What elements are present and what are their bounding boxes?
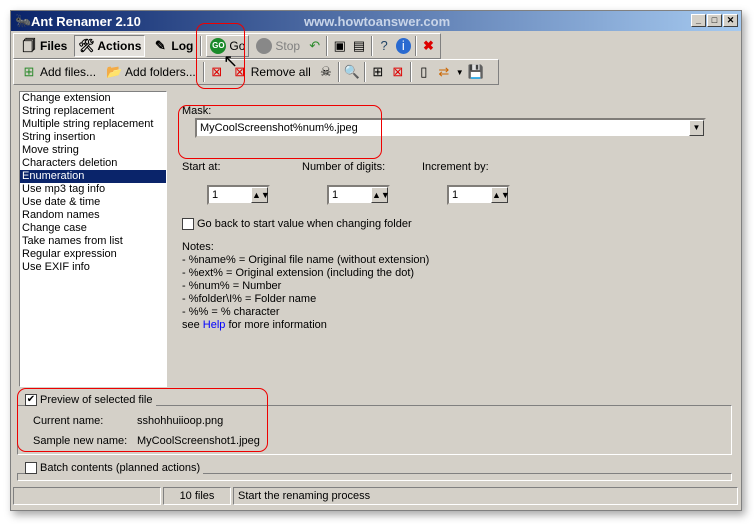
list-item[interactable]: Use date & time — [20, 196, 166, 209]
go-back-checkbox[interactable]: Go back to start value when changing fol… — [182, 218, 412, 231]
list-item[interactable]: Change case — [20, 222, 166, 235]
digits-stepper[interactable]: 1 ▲▼ — [327, 185, 390, 205]
window-icon[interactable]: ▣ — [332, 38, 347, 54]
status-panel — [13, 487, 161, 505]
start-label: Start at: — [182, 161, 221, 173]
undo-icon[interactable]: ↶ — [307, 38, 322, 54]
checkbox[interactable] — [182, 218, 194, 231]
exit-icon[interactable]: ✖ — [421, 38, 436, 54]
settings-icon[interactable]: ▤ — [351, 38, 366, 54]
open-icon[interactable]: ⇄ — [436, 64, 452, 80]
new-icon[interactable]: ▯ — [416, 64, 432, 80]
list-item[interactable]: Enumeration — [20, 170, 166, 183]
add-files-button[interactable]: ⊞ Add files... — [18, 62, 99, 82]
folder-icon: 📂 — [106, 64, 123, 79]
save-icon[interactable]: 💾 — [468, 64, 484, 80]
note: - %name% = Original file name (without e… — [182, 254, 430, 266]
add-folders-button[interactable]: 📂 Add folders... — [103, 62, 199, 82]
help-icon[interactable]: ? — [377, 38, 392, 54]
separator — [414, 36, 417, 56]
title-bar: 🐜 Ant Renamer 2.10 www.howtoanswer.com _… — [11, 11, 741, 31]
tab-files[interactable]: 🗍 Files — [18, 36, 70, 56]
files-icon: 🗍 — [22, 38, 36, 53]
spin-icon[interactable]: ▲▼ — [491, 187, 510, 203]
list-item[interactable]: Regular expression — [20, 248, 166, 261]
actions-list[interactable]: Change extension String replacement Multip… — [19, 91, 167, 387]
list-item[interactable]: Take names from list — [20, 235, 166, 248]
separator — [363, 62, 366, 82]
info-icon[interactable]: i — [395, 38, 411, 54]
window-title: Ant Renamer 2.10 — [31, 13, 141, 29]
checkbox[interactable] — [25, 462, 37, 475]
digits-label: Number of digits: — [302, 161, 386, 173]
watermark: www.howtoanswer.com — [304, 14, 451, 29]
start-stepper[interactable]: 1 ▲▼ — [207, 185, 270, 205]
search-icon[interactable]: 🔍 — [344, 64, 360, 80]
notes: Notes: - %name% = Original file name (wi… — [182, 241, 429, 332]
batch-checkbox[interactable]: Batch contents (planned actions) — [25, 462, 204, 475]
status-file-count: 10 files — [163, 487, 231, 505]
minimize-button[interactable]: _ — [691, 14, 706, 27]
increment-stepper[interactable]: 1 ▲▼ — [447, 185, 510, 205]
notes-title: Notes: — [182, 241, 214, 253]
list-item[interactable]: Use mp3 tag info — [20, 183, 166, 196]
note: - %folder\I% = Folder name — [182, 293, 317, 305]
separator — [370, 36, 373, 56]
list-item[interactable]: Random names — [20, 209, 166, 222]
stop-button[interactable]: Stop — [253, 36, 303, 56]
remove-dead-icon[interactable]: ☠ — [318, 64, 334, 80]
note: - %% = % character — [182, 306, 280, 318]
app-icon: 🐜 — [15, 13, 32, 28]
batch-group — [17, 473, 732, 481]
highlight-preview — [17, 388, 268, 452]
note: - %num% = Number — [182, 280, 282, 292]
increment-label: Increment by: — [422, 161, 489, 173]
add-files-icon: ⊞ — [23, 64, 35, 79]
chevron-down-icon[interactable]: ▼ — [689, 120, 704, 136]
list-item[interactable]: String replacement — [20, 105, 166, 118]
deselect-icon[interactable]: ⊠ — [390, 64, 406, 80]
spin-icon[interactable]: ▲▼ — [371, 187, 390, 203]
list-item[interactable]: Move string — [20, 144, 166, 157]
status-message: Start the renaming process — [233, 487, 738, 505]
separator — [326, 36, 329, 56]
app-window: 🐜 Ant Renamer 2.10 www.howtoanswer.com _… — [10, 10, 742, 511]
list-item[interactable]: Use EXIF info — [20, 261, 166, 274]
tools-icon: 🛠 — [78, 38, 95, 53]
close-button[interactable]: ✕ — [723, 14, 738, 27]
separator — [409, 62, 412, 82]
list-item[interactable]: Change extension — [20, 92, 166, 105]
log-icon: ✎ — [154, 38, 166, 53]
help-line: see Help for more information — [182, 319, 327, 331]
tab-log[interactable]: ✎ Log — [149, 36, 196, 56]
select-all-icon[interactable]: ⊞ — [370, 64, 386, 80]
cursor-icon: ↖ — [223, 51, 239, 71]
help-link[interactable]: Help — [203, 319, 226, 331]
list-item[interactable]: String insertion — [20, 131, 166, 144]
dropdown-arrow-icon[interactable]: ▼ — [456, 68, 464, 77]
spin-icon[interactable]: ▲▼ — [251, 187, 270, 203]
separator — [337, 62, 340, 82]
tab-actions[interactable]: 🛠 Actions — [74, 35, 146, 57]
file-toolbar: ⊞ Add files... 📂 Add folders... ⊠ ⊠ Remove … — [13, 59, 499, 85]
stop-icon — [256, 38, 273, 54]
maximize-button[interactable]: □ — [707, 14, 722, 27]
list-item[interactable]: Characters deletion — [20, 157, 166, 170]
list-item[interactable]: Multiple string replacement — [20, 118, 166, 131]
highlight-mask — [178, 105, 382, 159]
note: - %ext% = Original extension (including … — [182, 267, 415, 279]
